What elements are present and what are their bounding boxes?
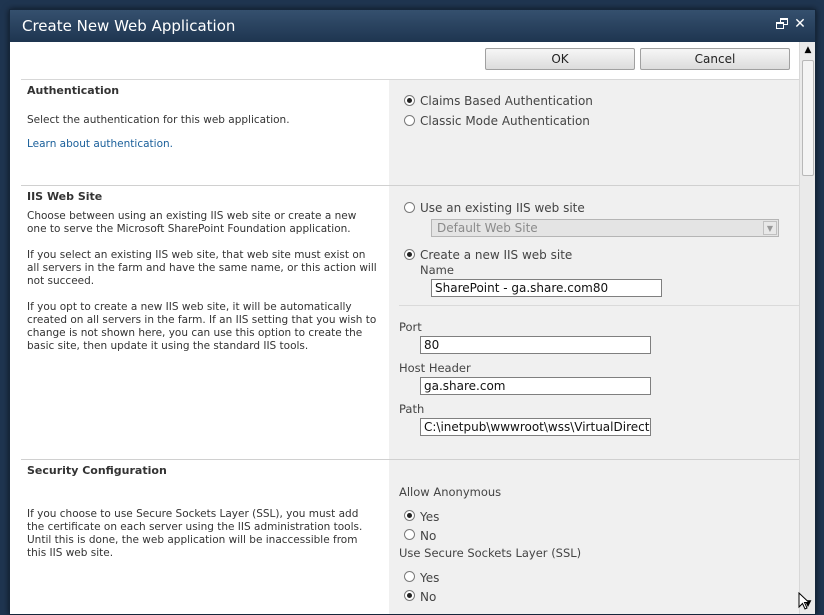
- section-title: IIS Web Site: [27, 190, 103, 203]
- ssl-yes-radio[interactable]: [404, 571, 415, 582]
- anonymous-yes-radio[interactable]: [404, 510, 415, 521]
- existing-site-value: Default Web Site: [437, 221, 538, 235]
- section-title: Authentication: [27, 84, 120, 97]
- anonymous-yes-label: Yes: [420, 510, 440, 524]
- dialog-title: Create New Web Application: [22, 17, 236, 35]
- name-label: Name: [420, 263, 454, 277]
- ssl-label: Use Secure Sockets Layer (SSL): [399, 546, 582, 560]
- iis-desc-1: Choose between using an existing IIS web…: [27, 210, 357, 235]
- iis-description: IIS Web Site Choose between using an exi…: [21, 186, 389, 459]
- security-options: Allow Anonymous Yes No Use Secure Socket…: [389, 460, 799, 614]
- ssl-yes-label: Yes: [420, 571, 440, 585]
- dialog-content: OK Cancel Authentication Select the auth…: [10, 42, 799, 614]
- maximize-icon[interactable]: [775, 17, 789, 31]
- existing-site-label: Use an existing IIS web site: [420, 201, 585, 215]
- scrollbar-thumb[interactable]: [802, 60, 814, 176]
- iis-options: Use an existing IIS web site Default Web…: [389, 186, 799, 459]
- mouse-cursor-icon: [798, 592, 810, 610]
- authentication-options: Claims Based Authentication Classic Mode…: [389, 80, 799, 185]
- ok-button[interactable]: OK: [485, 48, 635, 70]
- section-description: Select the authentication for this web a…: [27, 114, 290, 126]
- dialog-titlebar: Create New Web Application ✕: [10, 10, 815, 42]
- iis-desc-3: If you opt to create a new IIS web site,…: [27, 301, 377, 352]
- close-icon[interactable]: ✕: [793, 15, 807, 33]
- chevron-down-icon: ▼: [763, 221, 777, 235]
- host-header-input[interactable]: ga.share.com: [420, 377, 651, 395]
- vertical-scrollbar[interactable]: ▲ ▼: [799, 42, 815, 614]
- claims-radio[interactable]: [404, 95, 415, 106]
- create-web-application-dialog: Create New Web Application ✕ OK Cancel A…: [9, 9, 816, 615]
- iis-section: IIS Web Site Choose between using an exi…: [21, 186, 799, 459]
- security-desc: If you choose to use Secure Sockets Laye…: [27, 508, 363, 559]
- path-label: Path: [399, 402, 425, 416]
- section-title: Security Configuration: [27, 464, 167, 477]
- name-input[interactable]: SharePoint - ga.share.com80: [431, 279, 662, 297]
- iis-desc-2: If you select an existing IIS web site, …: [27, 249, 377, 287]
- host-header-label: Host Header: [399, 361, 471, 375]
- path-input[interactable]: C:\inetpub\wwwroot\wss\VirtualDirectorie…: [420, 418, 651, 436]
- ssl-no-radio[interactable]: [404, 590, 415, 601]
- ssl-no-label: No: [420, 590, 437, 604]
- classic-label: Classic Mode Authentication: [420, 114, 590, 128]
- authentication-section: Authentication Select the authentication…: [21, 80, 799, 185]
- divider: [399, 305, 799, 306]
- claims-label: Claims Based Authentication: [420, 94, 593, 108]
- anonymous-no-radio[interactable]: [404, 529, 415, 540]
- new-site-radio[interactable]: [404, 249, 415, 260]
- anonymous-no-label: No: [420, 529, 437, 543]
- port-input[interactable]: 80: [420, 336, 651, 354]
- security-section: Security Configuration If you choose to …: [21, 460, 799, 614]
- cancel-button[interactable]: Cancel: [640, 48, 790, 70]
- learn-authentication-link[interactable]: Learn about authentication.: [27, 138, 173, 150]
- scroll-up-icon[interactable]: ▲: [800, 42, 816, 58]
- security-description: Security Configuration If you choose to …: [21, 460, 389, 614]
- new-site-label: Create a new IIS web site: [420, 248, 573, 262]
- allow-anonymous-label: Allow Anonymous: [399, 485, 502, 499]
- authentication-description: Authentication Select the authentication…: [21, 80, 389, 185]
- port-label: Port: [399, 320, 422, 334]
- classic-radio[interactable]: [404, 115, 415, 126]
- existing-site-radio[interactable]: [404, 202, 415, 213]
- existing-site-select[interactable]: Default Web Site ▼: [431, 219, 779, 237]
